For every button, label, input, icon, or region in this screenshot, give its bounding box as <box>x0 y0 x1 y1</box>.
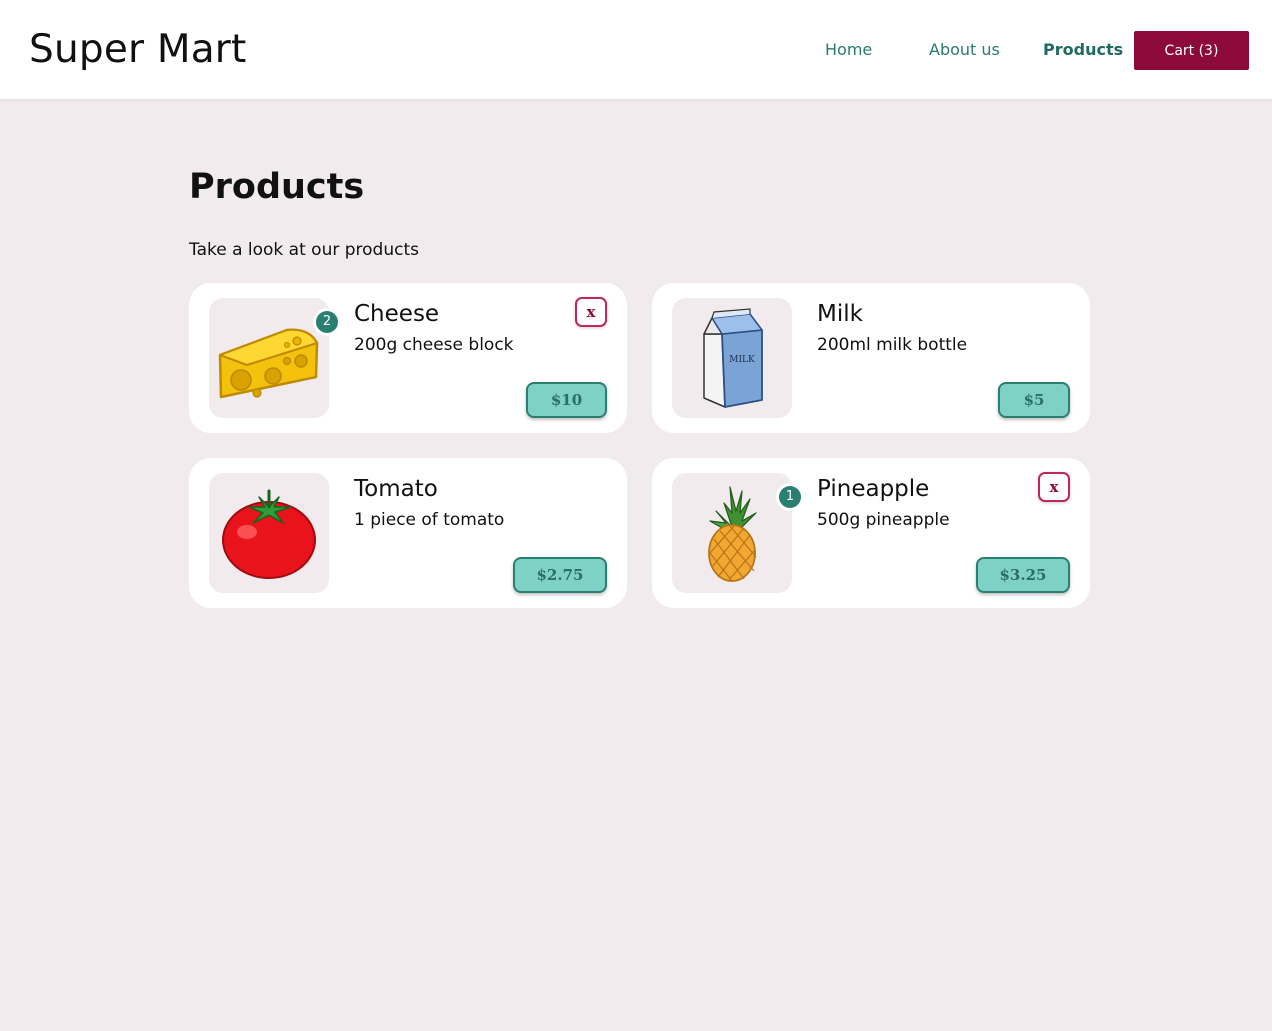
product-image-tomato <box>209 473 329 593</box>
add-to-cart-price-button[interactable]: $3.25 <box>976 557 1070 593</box>
milk-carton-icon: MILK <box>703 308 763 408</box>
product-name: Milk <box>817 301 863 327</box>
product-card-pineapple: 1 Pineapple 500g pineapple x $3.25 <box>652 458 1090 608</box>
cart-button[interactable]: Cart (3) <box>1134 31 1249 70</box>
product-name: Cheese <box>354 301 440 327</box>
product-description: 1 piece of tomato <box>354 510 505 530</box>
product-name: Pineapple <box>817 476 930 502</box>
remove-from-cart-button[interactable]: x <box>1038 472 1070 502</box>
page-subtitle: Take a look at our products <box>189 240 419 260</box>
product-card-tomato: Tomato 1 piece of tomato $2.75 <box>189 458 627 608</box>
quantity-badge: 1 <box>776 483 804 511</box>
product-card-cheese: 2 Cheese 200g cheese block x $10 <box>189 283 627 433</box>
product-name: Tomato <box>354 476 438 502</box>
brand-logo[interactable]: Super Mart <box>29 27 247 72</box>
add-to-cart-price-button[interactable]: $5 <box>998 382 1070 418</box>
product-image-cheese <box>209 298 329 418</box>
cheese-icon <box>218 328 319 399</box>
product-description: 200ml milk bottle <box>817 335 968 355</box>
add-to-cart-price-button[interactable]: $10 <box>526 382 607 418</box>
svg-text:MILK: MILK <box>729 355 755 365</box>
tomato-icon <box>222 489 316 579</box>
nav-home-link[interactable]: Home <box>825 40 872 59</box>
page-title: Products <box>189 167 365 207</box>
product-image-pineapple <box>672 473 792 593</box>
pineapple-icon <box>708 486 757 582</box>
nav-products-link[interactable]: Products <box>1043 40 1123 59</box>
product-card-milk: MILK Milk 200ml milk bottle $5 <box>652 283 1090 433</box>
nav-about-link[interactable]: About us <box>929 40 1000 59</box>
quantity-badge: 2 <box>313 308 341 336</box>
remove-from-cart-button[interactable]: x <box>575 297 607 327</box>
product-description: 200g cheese block <box>354 335 514 355</box>
product-image-milk: MILK <box>672 298 792 418</box>
product-description: 500g pineapple <box>817 510 950 530</box>
site-header: Super Mart Home About us Products Cart (… <box>0 0 1272 99</box>
add-to-cart-price-button[interactable]: $2.75 <box>513 557 607 593</box>
